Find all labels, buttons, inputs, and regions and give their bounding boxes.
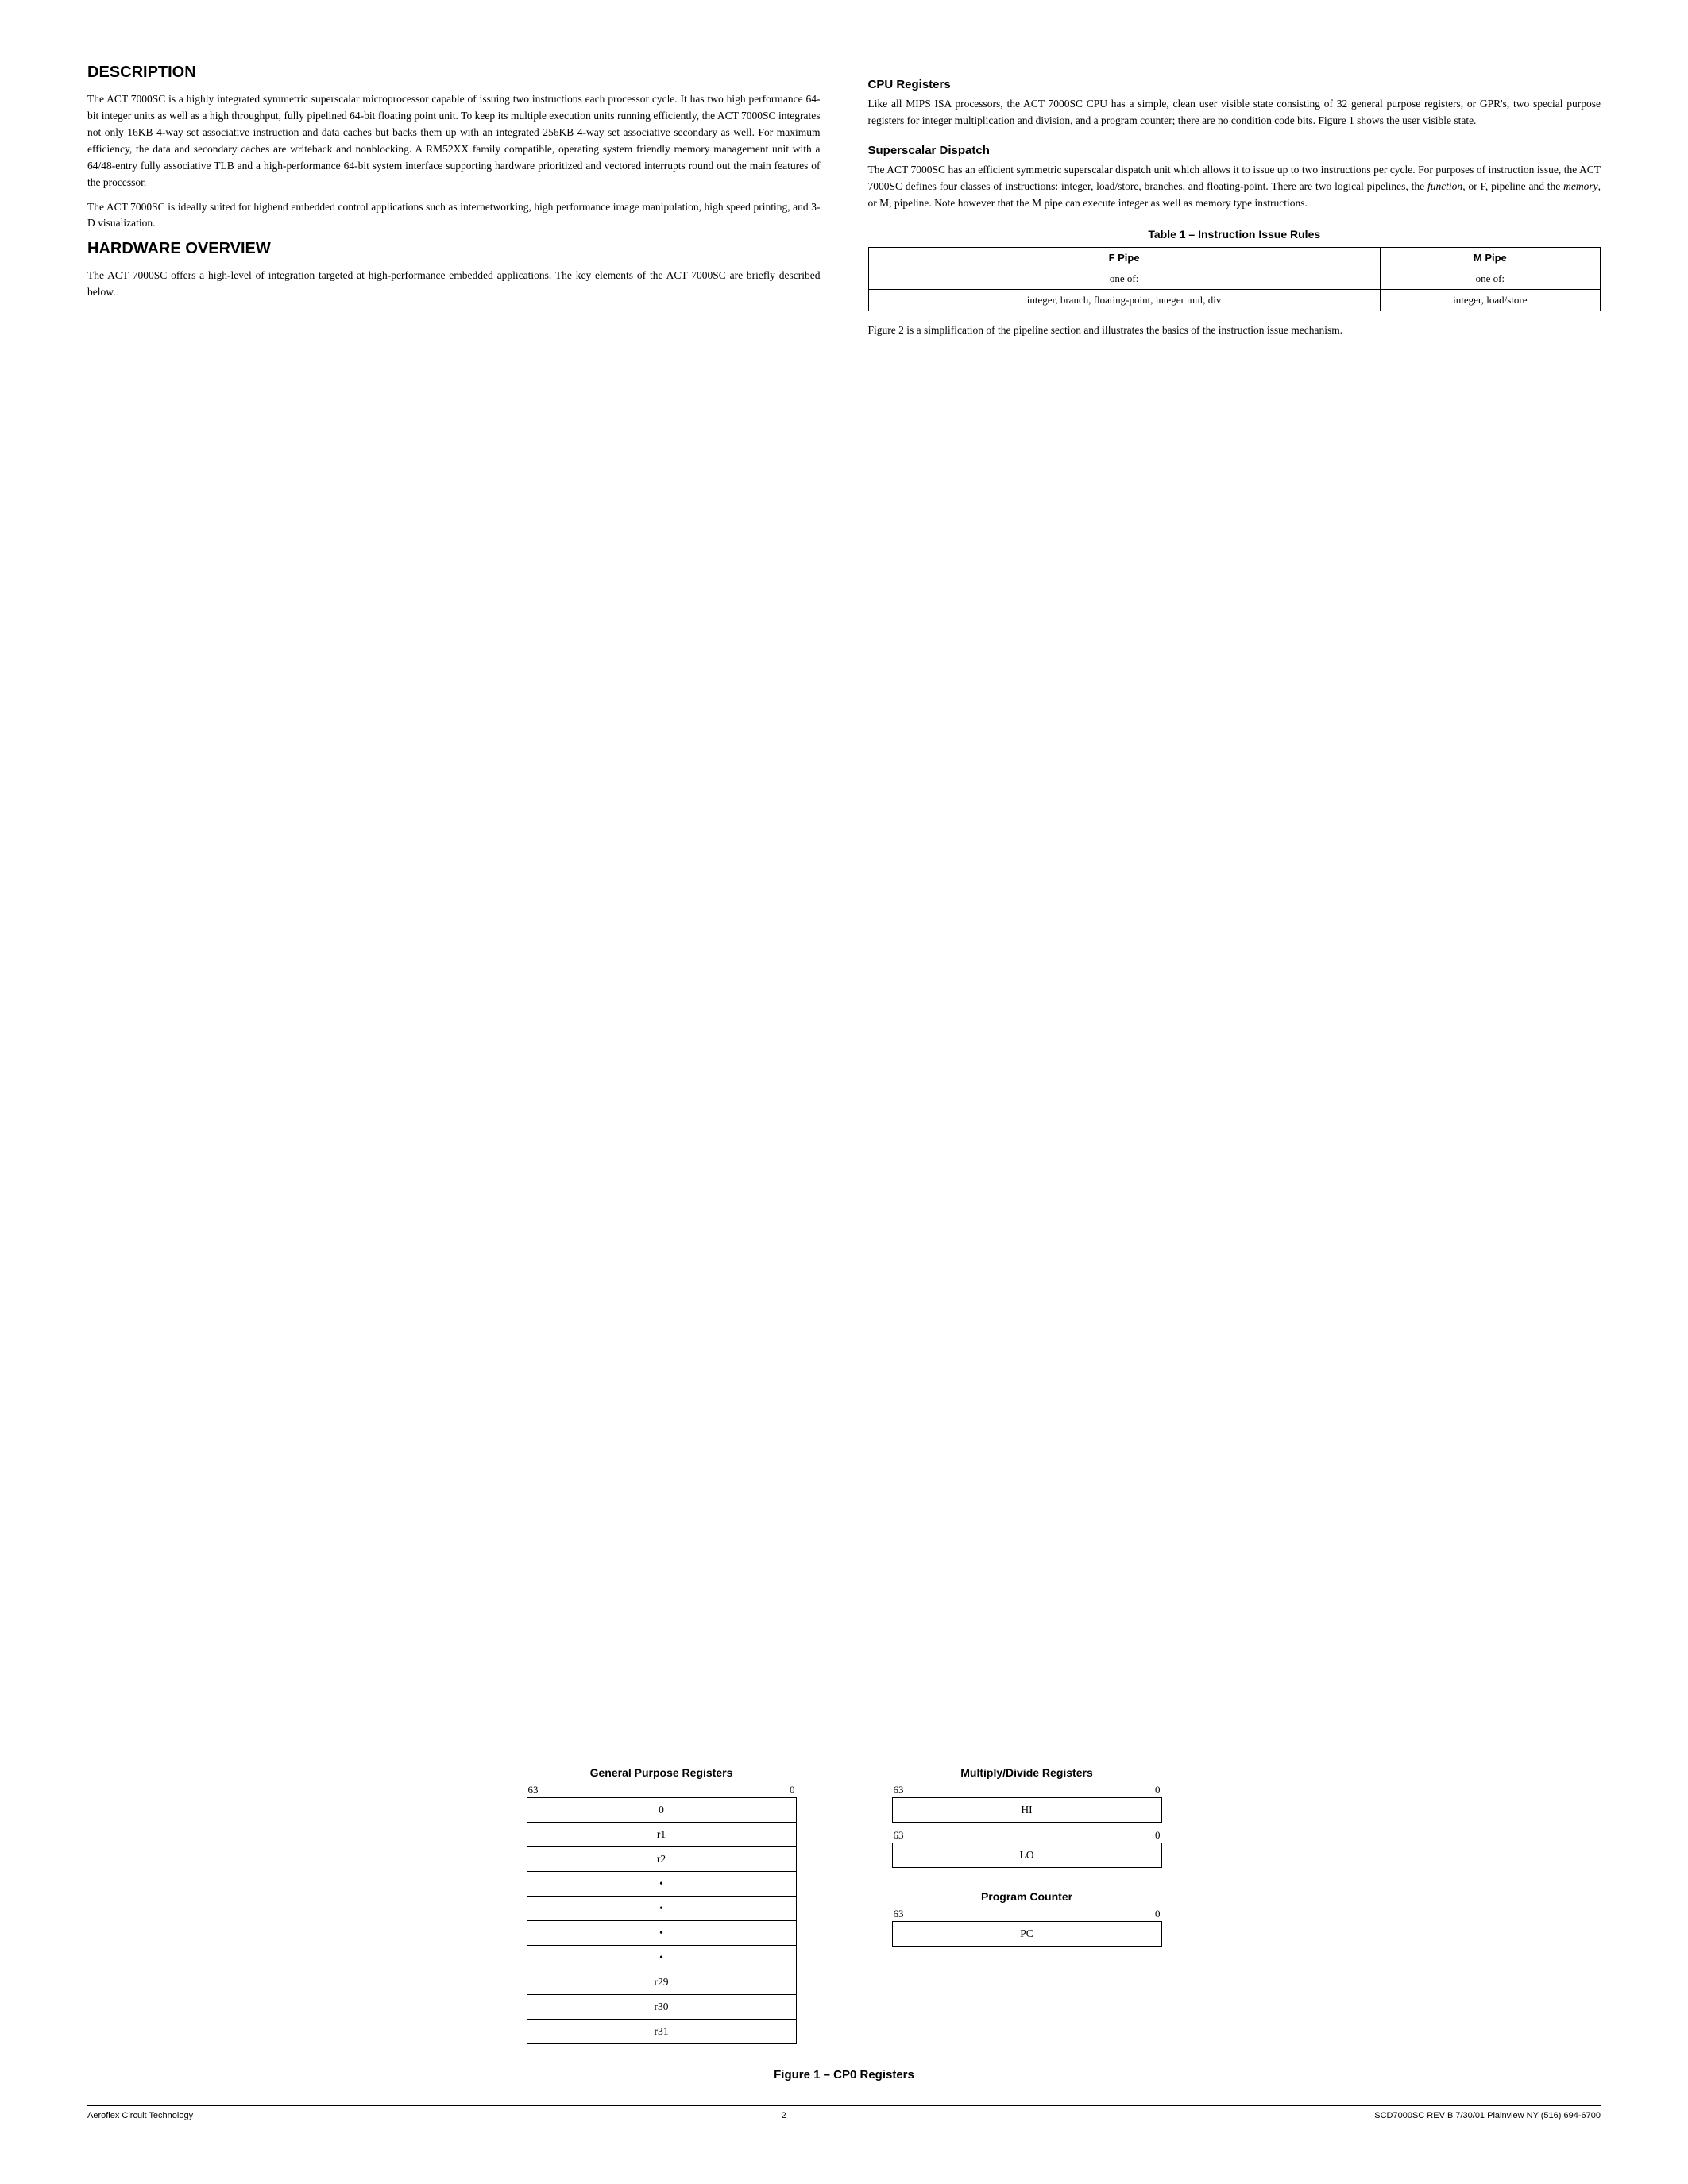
gpr-section: General Purpose Registers 63 0 0 r1 r2 •… bbox=[527, 1766, 797, 2044]
table-row: r1 bbox=[527, 1823, 796, 1847]
table-row1-col1: one of: bbox=[868, 268, 1380, 289]
table-row: r30 bbox=[527, 1995, 796, 2020]
page: DESCRIPTION The ACT 7000SC is a highly i… bbox=[0, 0, 1688, 2184]
table-col1-header: F Pipe bbox=[868, 247, 1380, 268]
hardware-overview-title: HARDWARE OVERVIEW bbox=[87, 240, 821, 258]
table-row: • bbox=[527, 1872, 796, 1897]
hardware-overview-para1: The ACT 7000SC offers a high-level of in… bbox=[87, 268, 821, 301]
gpr-row-r29: r29 bbox=[527, 1970, 796, 1995]
footer-page-number: 2 bbox=[782, 2111, 786, 2120]
right-column: CPU Registers Like all MIPS ISA processo… bbox=[868, 64, 1601, 1742]
table-row: one of: one of: bbox=[868, 268, 1601, 289]
mdr-lo-bit-low: 0 bbox=[1155, 1829, 1161, 1842]
gpr-row-dot3: • bbox=[527, 1921, 796, 1946]
pc-section: Program Counter 63 0 PC bbox=[892, 1890, 1162, 1947]
gpr-row-r1: r1 bbox=[527, 1823, 796, 1847]
mdr-lo-bit-labels: 63 0 bbox=[892, 1829, 1162, 1842]
gpr-row-0: 0 bbox=[527, 1798, 796, 1823]
page-footer: Aeroflex Circuit Technology 2 SCD7000SC … bbox=[87, 2105, 1601, 2120]
cpu-registers-para1: Like all MIPS ISA processors, the ACT 70… bbox=[868, 96, 1601, 129]
left-column: DESCRIPTION The ACT 7000SC is a highly i… bbox=[87, 64, 821, 1742]
mdr-section: Multiply/Divide Registers 63 0 HI 63 bbox=[892, 1766, 1162, 1868]
table-row: r2 bbox=[527, 1847, 796, 1872]
pc-table: PC bbox=[892, 1921, 1162, 1947]
mdr-hi-label: HI bbox=[892, 1798, 1161, 1823]
mdr-title: Multiply/Divide Registers bbox=[892, 1766, 1162, 1779]
table-row: • bbox=[527, 1921, 796, 1946]
mdr-hi-bit-high: 63 bbox=[894, 1784, 904, 1796]
gpr-row-r31: r31 bbox=[527, 2020, 796, 2044]
gpr-table: 0 r1 r2 • • • • r29 r30 r31 bbox=[527, 1797, 797, 2044]
table-row: LO bbox=[892, 1843, 1161, 1868]
table-col2-header: M Pipe bbox=[1380, 247, 1600, 268]
gpr-bit-high: 63 bbox=[528, 1784, 539, 1796]
figures-section: General Purpose Registers 63 0 0 r1 r2 •… bbox=[87, 1766, 1601, 2082]
footer-left: Aeroflex Circuit Technology bbox=[87, 2111, 193, 2120]
table-row1-col2: one of: bbox=[1380, 268, 1600, 289]
description-para2: The ACT 7000SC is ideally suited for hig… bbox=[87, 199, 821, 233]
right-registers-section: Multiply/Divide Registers 63 0 HI 63 bbox=[892, 1766, 1162, 1969]
table-row2-col1: integer, branch, floating-point, integer… bbox=[868, 289, 1380, 311]
mdr-lo-table: LO bbox=[892, 1843, 1162, 1868]
table-row: r29 bbox=[527, 1970, 796, 1995]
table-row2-col2: integer, load/store bbox=[1380, 289, 1600, 311]
mdr-hi-bit-labels: 63 0 bbox=[892, 1784, 1162, 1796]
table-title: Table 1 – Instruction Issue Rules bbox=[868, 228, 1601, 241]
superscalar-dispatch-title: Superscalar Dispatch bbox=[868, 144, 1601, 157]
pc-title: Program Counter bbox=[892, 1890, 1162, 1903]
superscalar-dispatch-para1: The ACT 7000SC has an efficient symmetri… bbox=[868, 162, 1601, 212]
instruction-issue-table: F Pipe M Pipe one of: one of: integer, b… bbox=[868, 247, 1601, 311]
table-row: • bbox=[527, 1946, 796, 1970]
pc-label: PC bbox=[892, 1922, 1161, 1947]
gpr-row-r2: r2 bbox=[527, 1847, 796, 1872]
gpr-title: General Purpose Registers bbox=[590, 1766, 733, 1779]
figure-caption: Figure 1 – CP0 Registers bbox=[774, 2068, 914, 2082]
table-row: 0 bbox=[527, 1798, 796, 1823]
cpu-registers-title: CPU Registers bbox=[868, 78, 1601, 91]
mdr-hi-bit-low: 0 bbox=[1155, 1784, 1161, 1796]
pc-bit-low: 0 bbox=[1155, 1908, 1161, 1920]
description-para1: The ACT 7000SC is a highly integrated sy… bbox=[87, 91, 821, 191]
mdr-lo-label: LO bbox=[892, 1843, 1161, 1868]
gpr-row-dot4: • bbox=[527, 1946, 796, 1970]
table-row: HI bbox=[892, 1798, 1161, 1823]
gpr-row-dot1: • bbox=[527, 1872, 796, 1897]
gpr-row-dot2: • bbox=[527, 1897, 796, 1921]
table-row: r31 bbox=[527, 2020, 796, 2044]
mdr-lo-bit-high: 63 bbox=[894, 1829, 904, 1842]
pc-bit-labels: 63 0 bbox=[892, 1908, 1162, 1920]
table-follow-text: Figure 2 is a simplification of the pipe… bbox=[868, 322, 1601, 339]
gpr-bit-labels: 63 0 bbox=[527, 1784, 797, 1796]
footer-right: SCD7000SC REV B 7/30/01 Plainview NY (51… bbox=[1374, 2111, 1601, 2120]
description-title: DESCRIPTION bbox=[87, 64, 821, 82]
pc-bit-high: 63 bbox=[894, 1908, 904, 1920]
table-row: integer, branch, floating-point, integer… bbox=[868, 289, 1601, 311]
gpr-bit-low: 0 bbox=[790, 1784, 795, 1796]
gpr-row-r30: r30 bbox=[527, 1995, 796, 2020]
table-row: • bbox=[527, 1897, 796, 1921]
table-row: PC bbox=[892, 1922, 1161, 1947]
mdr-hi-table: HI bbox=[892, 1797, 1162, 1823]
